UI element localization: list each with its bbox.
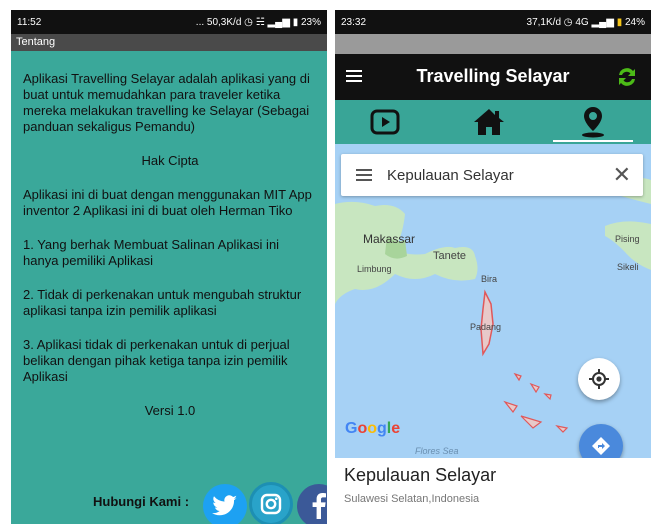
status-bar: 11:52 ... 50,3K/d ◷ ☵ ▂▄▆ ▮ 23% xyxy=(11,10,327,34)
contact-bar: Hubungi Kami : xyxy=(11,480,327,524)
twitter-icon[interactable] xyxy=(203,484,247,524)
facebook-icon[interactable] xyxy=(297,484,327,524)
map-label-bira: Bira xyxy=(481,274,498,284)
directions-icon xyxy=(592,437,610,455)
instagram-icon[interactable] xyxy=(249,482,293,524)
action-bar-spacer xyxy=(335,34,651,54)
network-speed: 37,1K/d xyxy=(526,16,562,28)
my-location-button[interactable] xyxy=(578,358,620,400)
tab-location[interactable] xyxy=(553,100,633,144)
tab-active-indicator xyxy=(553,140,633,142)
tab-video[interactable] xyxy=(345,100,425,144)
menu-icon[interactable] xyxy=(355,166,373,184)
network-type: 4G xyxy=(575,16,589,28)
home-icon xyxy=(474,109,504,135)
battery-icon: ▮ xyxy=(292,16,299,28)
contact-label: Hubungi Kami : xyxy=(93,494,190,509)
signal-icon: ▂▄▆ xyxy=(267,16,290,28)
close-icon[interactable]: ✕ xyxy=(613,164,631,186)
refresh-icon[interactable] xyxy=(615,65,639,89)
search-input[interactable] xyxy=(385,165,589,185)
map-label-makassar: Makassar xyxy=(363,232,416,246)
tab-bar xyxy=(335,100,651,144)
map-label-sikeli: Sikeli xyxy=(617,262,639,272)
rule-3-text: 3. Aplikasi tidak di perkenakan untuk di… xyxy=(23,337,290,384)
status-indicators: ... 50,3K/d ◷ ☵ ▂▄▆ ▮ 23% xyxy=(196,17,321,28)
alarm-icon: ◷ xyxy=(244,16,253,28)
app-bar: Travelling Selayar xyxy=(335,54,651,100)
rule-2-text: 2. Tidak di perkenakan untuk mengubah st… xyxy=(23,287,302,318)
search-bar: ✕ xyxy=(341,154,643,196)
rule-1-text: 1. Yang berhak Membuat Salinan Aplikasi … xyxy=(23,237,280,268)
description-text: Aplikasi Travelling Selayar adalah aplik… xyxy=(23,71,310,134)
map-label-pising: Pising xyxy=(615,234,640,244)
google-logo: Google xyxy=(345,420,401,437)
alarm-icon: ◷ xyxy=(563,16,573,28)
wifi-icon: ☵ xyxy=(255,16,265,28)
crosshair-icon xyxy=(589,369,609,389)
location-pin-icon xyxy=(582,107,604,138)
status-time: 23:32 xyxy=(341,16,367,28)
copyright-heading: Hak Cipta xyxy=(141,153,199,168)
map-label-flores: Flores Sea xyxy=(415,446,459,456)
battery-icon: ▮ xyxy=(616,16,623,28)
status-bar: 23:32 37,1K/d ◷ 4G ▂▄▆ ▮ 24% xyxy=(335,10,651,34)
place-region: Sulawesi Selatan,Indonesia xyxy=(344,493,480,505)
battery-percent: 24% xyxy=(624,16,645,28)
place-name: Kepulauan Selayar xyxy=(344,465,497,485)
signal-icon: ▂▄▆ xyxy=(591,16,614,28)
map-label-padang: Padang xyxy=(470,322,502,332)
about-content: Aplikasi Travelling Selayar adalah aplik… xyxy=(11,51,327,419)
app-title: Travelling Selayar xyxy=(416,66,570,86)
place-card[interactable]: Kepulauan Selayar Sulawesi Selatan,Indon… xyxy=(335,458,651,524)
map-view[interactable]: ✕ Makassar Tanete Limbung Bira Padang Pi… xyxy=(335,144,651,458)
status-indicators: 37,1K/d ◷ 4G ▂▄▆ ▮ 24% xyxy=(527,17,645,28)
tab-home[interactable] xyxy=(449,100,529,144)
battery-percent: 23% xyxy=(300,16,321,28)
credits-text: Aplikasi ini di buat dengan menggunakan … xyxy=(23,187,312,218)
network-speed: ... 50,3K/d xyxy=(195,16,242,28)
version-text: Versi 1.0 xyxy=(144,403,196,418)
screen-title: Tentang xyxy=(11,34,327,51)
status-time: 11:52 xyxy=(17,16,42,28)
map-label-limbung: Limbung xyxy=(357,264,392,274)
play-icon xyxy=(370,109,400,135)
map-screen: 23:32 37,1K/d ◷ 4G ▂▄▆ ▮ 24% Travelling … xyxy=(335,10,651,524)
about-screen: 11:52 ... 50,3K/d ◷ ☵ ▂▄▆ ▮ 23% Tentang … xyxy=(11,10,327,524)
map-label-tanete: Tanete xyxy=(433,250,467,262)
